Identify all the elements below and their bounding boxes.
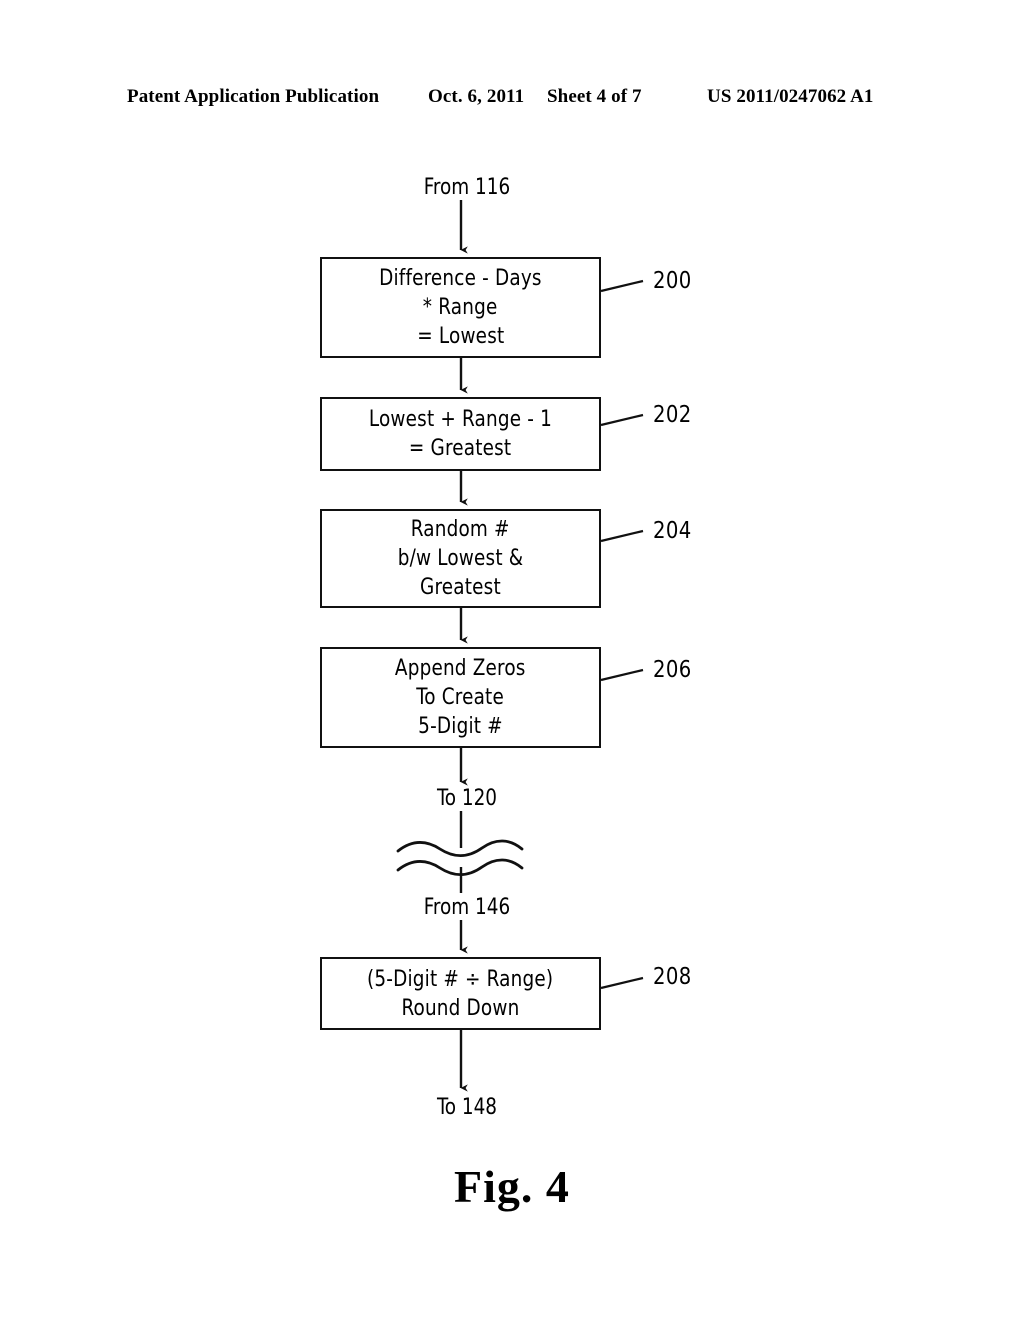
leader-line-208 (600, 976, 644, 990)
process-box-206-line-2: To Create (416, 685, 505, 710)
process-box-200-line-2: * Range (423, 295, 498, 320)
process-box-204-line-1: Random # (411, 517, 510, 542)
patent-figure-4: From 116 Difference - Days * Range = Low… (0, 0, 1024, 1320)
process-box-202-line-1: Lowest + Range - 1 (368, 407, 553, 432)
process-box-204[interactable]: Random # b/w Lowest & Greatest (320, 509, 601, 608)
process-box-200[interactable]: Difference - Days * Range = Lowest (320, 257, 601, 358)
process-box-206-line-1: Append Zeros (395, 656, 526, 681)
process-box-208[interactable]: (5-Digit # ÷ Range) Round Down (320, 957, 601, 1030)
reference-numeral-200: 200 (653, 268, 692, 294)
process-box-200-line-1: Difference - Days (379, 266, 542, 291)
reference-numeral-208: 208 (653, 964, 692, 990)
flow-label-to-148: To 148 (410, 1096, 524, 1120)
process-box-206-line-3: 5-Digit # (418, 714, 503, 739)
process-box-208-line-1: (5-Digit # ÷ Range) (367, 966, 554, 992)
process-box-200-line-3: = Lowest (416, 324, 505, 349)
process-box-206[interactable]: Append Zeros To Create 5-Digit # (320, 647, 601, 748)
flow-label-to-120: To 120 (410, 787, 524, 811)
reference-numeral-206: 206 (653, 657, 692, 683)
process-box-202[interactable]: Lowest + Range - 1 = Greatest (320, 397, 601, 471)
process-box-204-line-2: b/w Lowest & (397, 546, 524, 571)
leader-line-204 (600, 529, 644, 543)
process-box-208-line-2: Round Down (401, 995, 520, 1021)
leader-line-206 (600, 668, 644, 682)
leader-line-202 (600, 413, 644, 427)
reference-numeral-204: 204 (653, 518, 692, 544)
figure-caption: Fig. 4 (454, 1161, 570, 1212)
process-box-202-line-2: = Greatest (409, 436, 512, 461)
flow-label-from-116: From 116 (400, 176, 534, 200)
reference-numeral-202: 202 (653, 402, 692, 428)
process-box-204-line-3: Greatest (420, 575, 501, 600)
leader-line-200 (600, 279, 644, 293)
flow-label-from-146: From 146 (400, 896, 534, 920)
